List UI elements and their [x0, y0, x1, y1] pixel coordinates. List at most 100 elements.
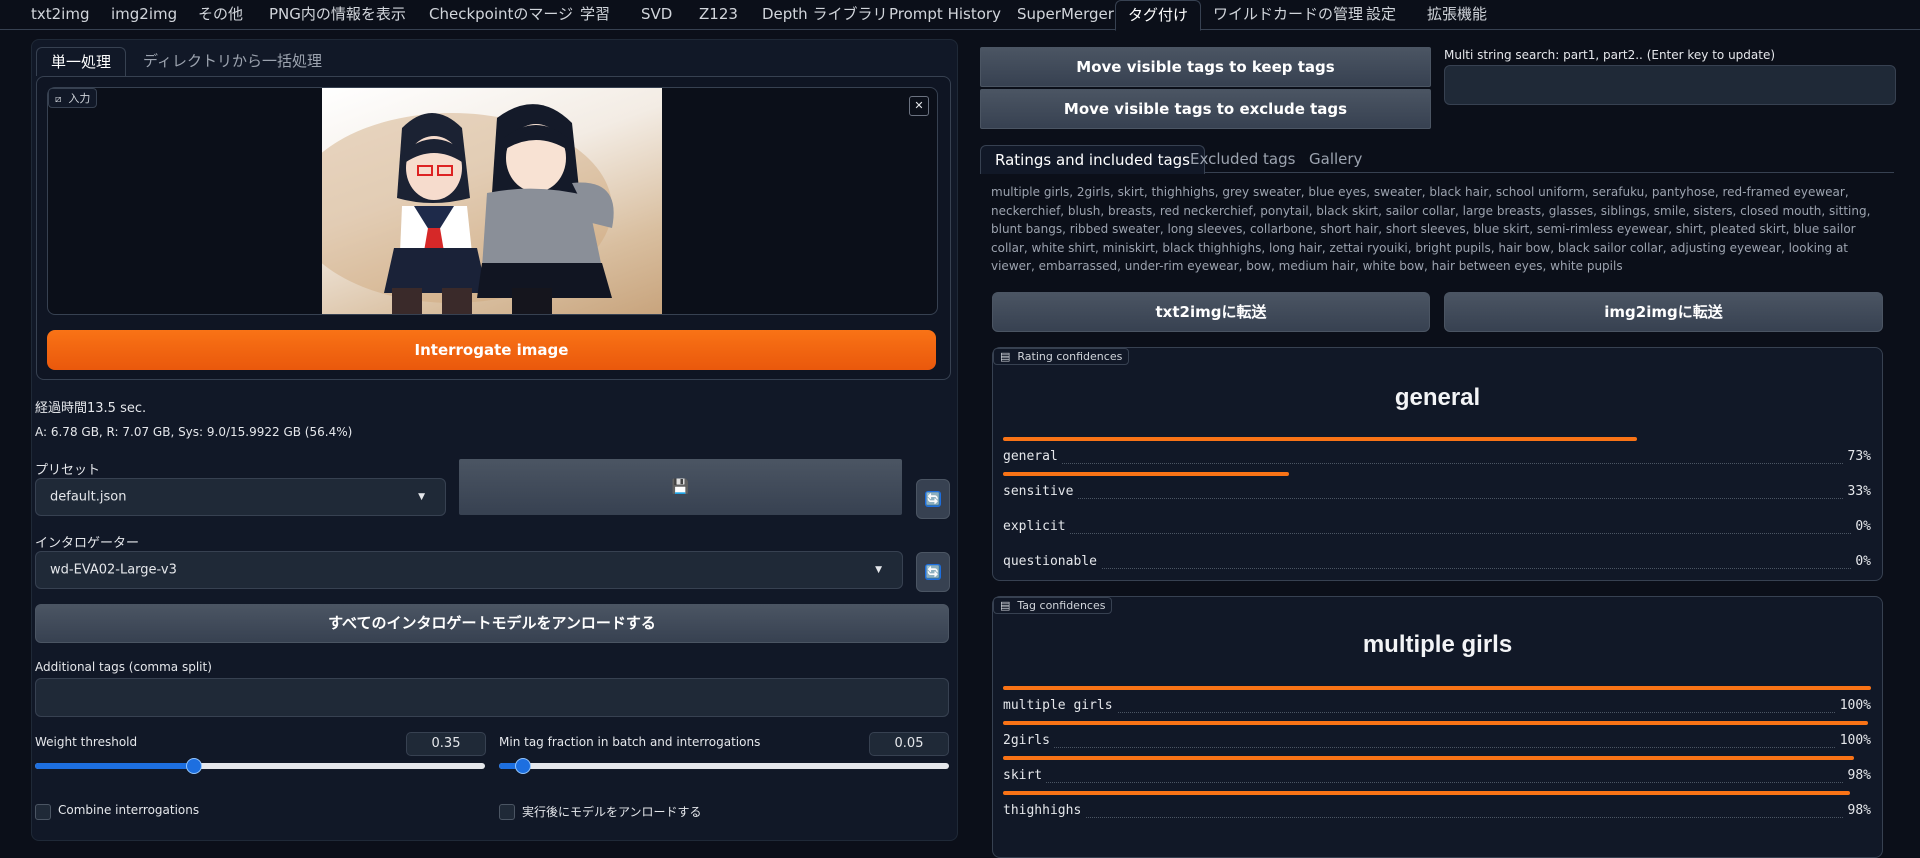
weight-threshold-value[interactable]: 0.35	[406, 732, 486, 756]
tags-list[interactable]: multiple girls, 2girls, skirt, thighhigh…	[991, 183, 1873, 276]
tab-tagger[interactable]: タグ付け	[1115, 0, 1202, 31]
input-image	[322, 88, 662, 314]
move-to-exclude-button[interactable]: Move visible tags to exclude tags	[980, 89, 1431, 129]
rating-name: explicit	[1003, 519, 1070, 534]
refresh-icon: 🔄	[925, 564, 941, 580]
weight-threshold-fill	[35, 763, 193, 769]
elapsed-time: 経過時間13.5 sec.	[35, 401, 147, 416]
weight-threshold-slider[interactable]	[35, 758, 485, 774]
tab-img2img[interactable]: img2img	[111, 0, 177, 29]
interrogate-button[interactable]: Interrogate image	[47, 330, 936, 370]
bar-chart-icon: ▤	[1000, 350, 1011, 363]
refresh-preset-button[interactable]: 🔄	[916, 479, 950, 519]
bar-chart-icon: ▤	[1000, 599, 1011, 612]
tab-checkpoint-merger[interactable]: Checkpointのマージ	[429, 0, 573, 29]
rating-confidences-label: Rating confidences	[1017, 350, 1123, 363]
rating-bar	[1003, 437, 1637, 441]
close-icon[interactable]: ✕	[909, 96, 929, 116]
tab-png-info[interactable]: PNG内の情報を表示	[269, 0, 406, 29]
tag-percent: 98%	[1843, 768, 1871, 783]
rating-name: general	[1003, 449, 1062, 464]
tag-name: skirt	[1003, 768, 1047, 783]
rating-percent: 0%	[1851, 519, 1871, 534]
combine-interrogations-label: Combine interrogations	[58, 803, 200, 817]
tab-excluded-tags[interactable]: Excluded tags	[1190, 145, 1295, 173]
preset-dropdown[interactable]: default.json ▼	[35, 478, 446, 516]
refresh-interrogator-button[interactable]: 🔄	[916, 552, 950, 592]
min-tag-fraction-slider[interactable]	[499, 758, 949, 774]
send-to-txt2img-button[interactable]: txt2imgに転送	[992, 292, 1430, 332]
rating-leader	[1003, 568, 1871, 569]
min-tag-fraction-value[interactable]: 0.05	[869, 732, 949, 756]
tag-row: multiple girls 100%	[1003, 686, 1871, 721]
tag-bar	[1003, 791, 1851, 795]
tab-train[interactable]: 学習	[580, 0, 610, 29]
image-label-chip: ⧄ 入力	[48, 88, 98, 108]
tab-txt2img[interactable]: txt2img	[31, 0, 89, 29]
weight-threshold-label: Weight threshold	[35, 735, 138, 749]
rating-row: sensitive 33%	[1003, 472, 1871, 507]
chevron-down-icon: ▼	[875, 565, 882, 575]
min-tag-fraction-thumb[interactable]	[514, 758, 531, 774]
rating-row: general 73%	[1003, 437, 1871, 472]
subtab-single[interactable]: 単一処理	[36, 47, 127, 76]
rating-percent: 33%	[1843, 484, 1871, 499]
tab-settings[interactable]: 設定	[1366, 0, 1396, 29]
min-tag-fraction-label: Min tag fraction in batch and interrogat…	[499, 735, 761, 749]
preset-value: default.json	[50, 489, 127, 505]
tag-top-label: multiple girls	[1362, 631, 1513, 658]
preset-label: プリセット	[35, 463, 101, 478]
tag-percent: 100%	[1835, 698, 1871, 713]
multi-search-input[interactable]	[1444, 65, 1896, 105]
tab-depth-library[interactable]: Depth ライブラリ	[762, 0, 887, 29]
send-to-img2img-button[interactable]: img2imgに転送	[1444, 292, 1883, 332]
tag-confidences-label: Tag confidences	[1017, 599, 1106, 612]
weight-threshold-thumb[interactable]	[185, 758, 202, 774]
tag-percent: 98%	[1843, 803, 1871, 818]
combine-interrogations-checkbox[interactable]	[35, 804, 51, 820]
tab-ratings[interactable]: Ratings and included tags	[980, 145, 1205, 174]
tag-percent: 100%	[1835, 733, 1871, 748]
memory-stats: A: 6.78 GB, R: 7.07 GB, Sys: 9.0/15.9922…	[35, 425, 353, 439]
move-to-keep-button[interactable]: Move visible tags to keep tags	[980, 47, 1431, 87]
multi-search-label: Multi string search: part1, part2.. (Ent…	[1444, 48, 1776, 62]
rating-leader	[1003, 533, 1871, 534]
tab-supermerger[interactable]: SuperMerger	[1017, 0, 1114, 29]
unload-after-checkbox[interactable]	[499, 804, 515, 820]
tag-label-chip: ▤ Tag confidences	[993, 597, 1113, 614]
tag-row: skirt 98%	[1003, 756, 1871, 791]
tab-z123[interactable]: Z123	[699, 0, 738, 29]
rating-row: explicit 0%	[1003, 507, 1871, 542]
chevron-down-icon: ▼	[418, 492, 425, 502]
rating-name: questionable	[1003, 554, 1101, 569]
tab-gallery[interactable]: Gallery	[1309, 145, 1362, 173]
tab-svd[interactable]: SVD	[641, 0, 672, 29]
tag-bar	[1003, 721, 1869, 725]
save-icon: 💾	[671, 479, 690, 495]
tag-row: thighhighs 98%	[1003, 791, 1871, 826]
image-input[interactable]: ⧄ 入力 ✕	[47, 87, 938, 315]
interrogator-dropdown[interactable]: wd-EVA02-Large-v3 ▼	[35, 551, 903, 589]
tab-extras[interactable]: その他	[198, 0, 243, 29]
unload-all-models-button[interactable]: すべてのインタロゲートモデルをアンロードする	[35, 604, 949, 643]
rating-percent: 73%	[1843, 449, 1871, 464]
interrogator-value: wd-EVA02-Large-v3	[50, 562, 177, 578]
tag-bar	[1003, 686, 1871, 690]
tab-wildcards[interactable]: ワイルドカードの管理	[1213, 0, 1363, 29]
tag-name: thighhighs	[1003, 803, 1086, 818]
subtab-batch-dir[interactable]: ディレクトリから一括処理	[143, 47, 322, 75]
rating-bar	[1003, 472, 1290, 476]
tab-prompt-history[interactable]: Prompt History	[889, 0, 1001, 29]
tag-leader	[1003, 712, 1871, 713]
rating-top-label: general	[1394, 384, 1481, 411]
tag-leader	[1003, 747, 1871, 748]
additional-tags-input[interactable]	[35, 678, 949, 717]
save-preset-button[interactable]: 💾	[459, 459, 902, 515]
refresh-icon: 🔄	[925, 491, 941, 507]
tag-bar	[1003, 756, 1854, 760]
tag-row: 2girls 100%	[1003, 721, 1871, 756]
rating-name: sensitive	[1003, 484, 1078, 499]
tab-extensions[interactable]: 拡張機能	[1427, 0, 1487, 29]
unload-after-label: 実行後にモデルをアンロードする	[522, 805, 702, 819]
additional-tags-label: Additional tags (comma split)	[35, 660, 212, 674]
